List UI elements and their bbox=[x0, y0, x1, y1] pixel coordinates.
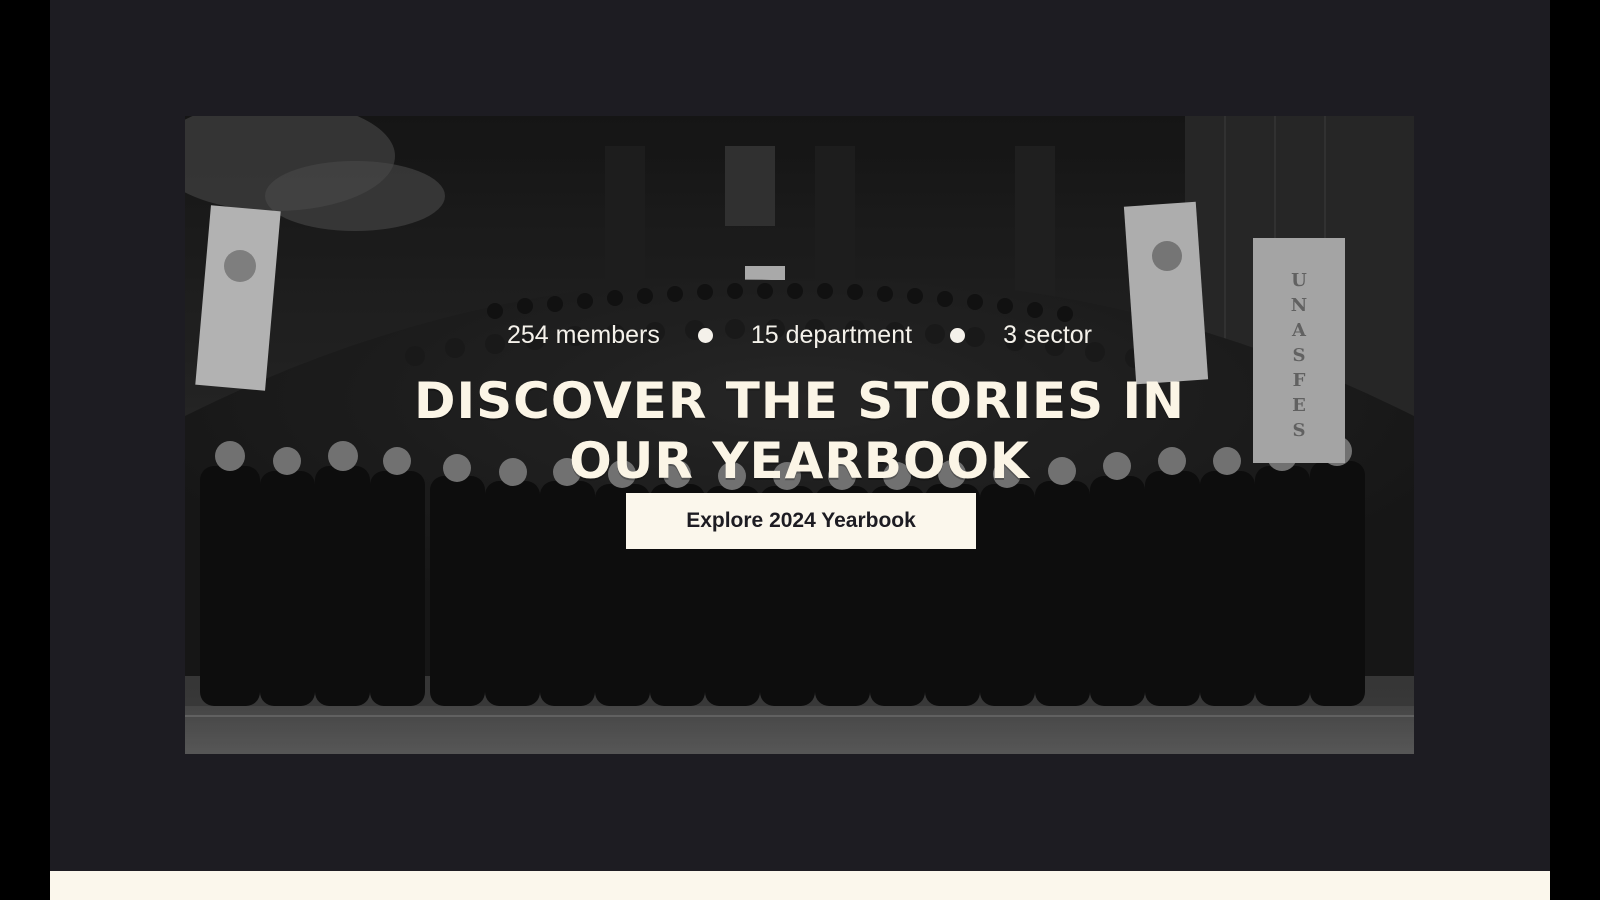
bullet-dot-icon bbox=[950, 327, 966, 343]
stat-departments: 15 department bbox=[750, 321, 913, 349]
stat-members: 254 members bbox=[506, 321, 660, 349]
hero-headline: DISCOVER THE STORIES IN OUR YEARBOOK bbox=[185, 371, 1414, 491]
next-section-edge bbox=[50, 871, 1550, 900]
hero-headline-line2: OUR YEARBOOK bbox=[569, 432, 1030, 490]
stat-sectors: 3 sector bbox=[1003, 321, 1092, 349]
stats-row: 254 members 15 department 3 sector bbox=[185, 320, 1414, 350]
bullet-dot-icon bbox=[697, 327, 713, 343]
hero-section: U N A S F E S 254 members 15 department … bbox=[185, 116, 1414, 754]
explore-yearbook-button[interactable]: Explore 2024 Yearbook bbox=[626, 493, 976, 549]
page: U N A S F E S 254 members 15 department … bbox=[50, 0, 1550, 900]
hero-headline-line1: DISCOVER THE STORIES IN bbox=[414, 372, 1185, 430]
